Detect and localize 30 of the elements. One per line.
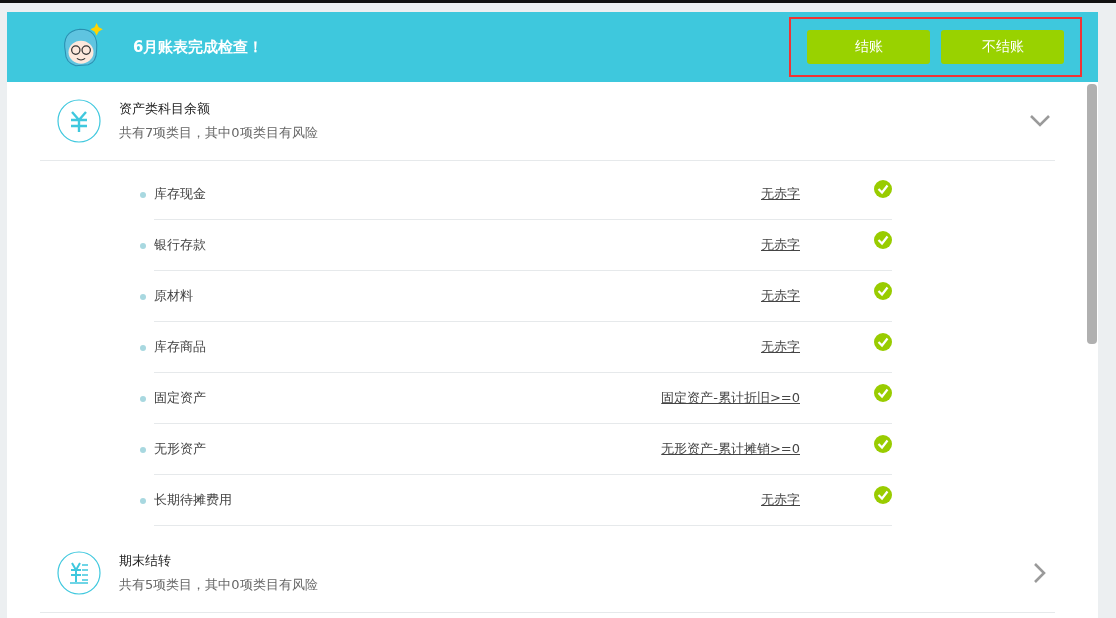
section-title: 资产类科目余额 [119, 100, 211, 118]
bullet-icon [140, 344, 146, 351]
result-link[interactable]: 无赤字 [761, 236, 800, 254]
bullet-icon [140, 191, 146, 198]
bullet-icon [140, 395, 146, 402]
result-link[interactable]: 无形资产-累计摊销>=0 [661, 440, 800, 458]
section-title: 期末结转 [119, 552, 172, 570]
bullet-icon [140, 242, 146, 249]
result-link[interactable]: 无赤字 [761, 491, 800, 509]
section-summary: 共有5项类目，其中0项类目有风险 [119, 576, 319, 594]
result-link[interactable]: 无赤字 [761, 338, 800, 356]
item-name: 库存商品 [154, 338, 207, 356]
result-link[interactable]: 无赤字 [761, 287, 800, 305]
banner-message: 6月账表完成检查！ [133, 37, 265, 57]
item-name: 长期待摊费用 [154, 491, 233, 509]
item-name: 库存现金 [154, 185, 207, 203]
bullet-icon [140, 446, 146, 453]
item-name: 固定资产 [154, 389, 207, 407]
yen-document-icon [57, 551, 101, 595]
section-summary: 共有7项类目，其中0项类目有风险 [119, 124, 319, 142]
bullet-icon [140, 497, 146, 504]
bullet-icon [140, 293, 146, 300]
item-name: 无形资产 [154, 440, 207, 458]
chevron-icon[interactable] [1033, 562, 1047, 584]
result-link[interactable]: 无赤字 [761, 185, 800, 203]
chevron-icon[interactable] [1029, 114, 1051, 128]
yuan-icon [57, 99, 101, 143]
item-name: 银行存款 [154, 236, 207, 254]
result-link[interactable]: 固定资产-累计折旧>=0 [661, 389, 800, 407]
item-name: 原材料 [154, 287, 194, 305]
